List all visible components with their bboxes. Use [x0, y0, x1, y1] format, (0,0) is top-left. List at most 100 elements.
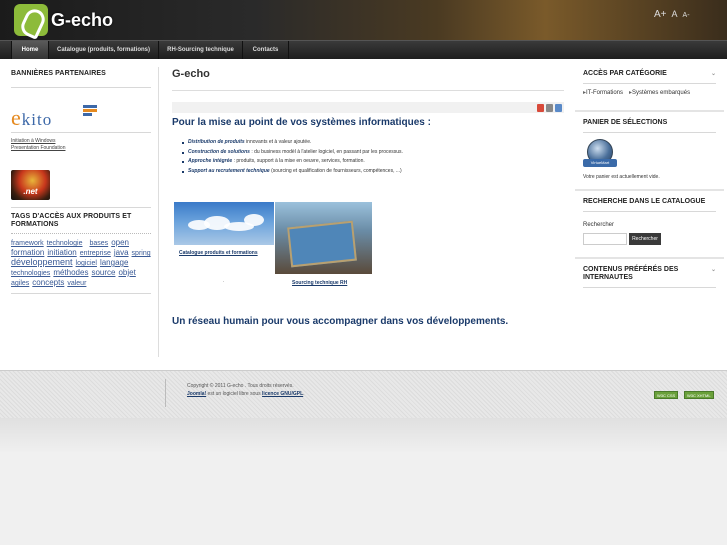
category-links: IT-Formations Systèmes embarqués	[583, 89, 716, 96]
divider	[583, 211, 716, 212]
tag-link[interactable]: langage	[100, 258, 128, 267]
left-sidebar: BANNIÈRES PARTENAIRES ekito Initiation à…	[11, 70, 151, 299]
divider	[11, 293, 151, 294]
category-title: ACCÈS PAR CATÉGORIE ⌄	[583, 70, 716, 78]
divider	[11, 132, 151, 133]
divider	[583, 83, 716, 84]
tag-link[interactable]: formation	[11, 248, 44, 257]
tag-cloud: framework technologie bases open formation i…	[11, 238, 151, 288]
right-sidebar: ACCÈS PAR CATÉGORIE⌄ IT-Formations Systè…	[575, 70, 724, 293]
pdf-icon[interactable]	[537, 104, 544, 112]
cart-status: Votre panier est actuellement vide.	[583, 174, 660, 180]
ekito-logo: ekito	[11, 105, 53, 130]
nav-item-home[interactable]: Home	[11, 41, 49, 60]
tag-link[interactable]: logiciel	[76, 260, 97, 267]
search-form: Rechercher	[583, 233, 716, 245]
divider	[11, 233, 151, 234]
popular-title: CONTENUS PRÉFÉRÉS DES INTERNAUTES ⌄	[583, 266, 716, 281]
nav-item-contacts[interactable]: Contacts	[243, 41, 289, 60]
tag-link[interactable]: spring	[132, 250, 151, 257]
footer-divider	[165, 379, 166, 407]
tag-link[interactable]: java	[114, 248, 129, 257]
tag-link[interactable]: initiation	[47, 248, 76, 257]
css-valid-badge[interactable]: W3C CSS	[654, 391, 679, 399]
font-size-tools: A+ A A-	[654, 9, 690, 20]
font-reset-button[interactable]: A	[672, 9, 678, 19]
tag-link[interactable]: technologies	[11, 270, 50, 277]
partner-link-wpf-1[interactable]: Initiation à Windows	[11, 138, 151, 145]
license-text: Joomla! est un logiciel libre sous licen…	[187, 391, 305, 397]
tag-link[interactable]: technologie	[47, 240, 83, 247]
tag-link[interactable]: concepts	[32, 278, 64, 287]
footer-text: Copyright © 2011 G-echo . Tous droits ré…	[187, 382, 305, 398]
nav-item-catalogue[interactable]: Catalogue (produits, formations)	[49, 41, 159, 60]
copyright-text: Copyright © 2011 G-echo . Tous droits ré…	[187, 383, 294, 389]
section-separator	[575, 257, 724, 259]
nav-item-rh-sourcing[interactable]: RH-Sourcing technique	[159, 41, 243, 60]
tag-link[interactable]: objet	[118, 268, 135, 277]
page-bottom	[0, 418, 727, 545]
page-body: BANNIÈRES PARTENAIRES ekito Initiation à…	[0, 59, 727, 370]
list-item: Support au recrutement technique (sourci…	[182, 167, 564, 177]
feature-thumbnails: Catalogue produits et formations . Sourc…	[172, 202, 382, 298]
site-header: G-echo A+ A A-	[0, 0, 727, 40]
joomla-link[interactable]: Joomla!	[187, 391, 206, 397]
tags-title: TAGS D'ACCÈS AUX PRODUITS ET FORMATIONS	[11, 213, 132, 228]
collapse-arrow-icon[interactable]: ⌄	[711, 70, 716, 78]
main-nav: Home Catalogue (produits, formations) RH…	[0, 40, 727, 60]
spacer-dot: .	[223, 278, 225, 284]
tag-link[interactable]: bases	[90, 240, 109, 247]
search-input[interactable]	[583, 233, 627, 245]
ekito-banner[interactable]: ekito	[11, 105, 151, 130]
column-divider	[158, 67, 159, 357]
list-item: Distribution de produits innovants et à …	[182, 138, 564, 148]
collapse-arrow-icon[interactable]: ⌄	[711, 266, 716, 274]
catalogue-link[interactable]: Catalogue produits et formations	[179, 250, 258, 256]
logo-text: G-echo	[51, 9, 114, 30]
tag-link[interactable]: framework	[11, 240, 44, 247]
network-heading: Un réseau humain pour vous accompagner d…	[172, 316, 509, 327]
partner-link-wpf-2[interactable]: Presentation Foundation	[11, 145, 151, 152]
divider	[583, 287, 716, 288]
divider	[11, 207, 151, 208]
article-toolbar	[172, 102, 564, 113]
tag-link[interactable]: open	[111, 238, 129, 247]
catalogue-thumbnail[interactable]	[174, 202, 274, 245]
tag-link[interactable]: valeur	[67, 280, 86, 287]
gecko-logo-icon	[14, 4, 48, 36]
partners-title: BANNIÈRES PARTENAIRES	[11, 70, 106, 77]
category-link-systemes-embarques[interactable]: Systèmes embarqués	[629, 89, 690, 96]
search-button[interactable]: Rechercher	[629, 233, 661, 245]
search-label: Rechercher	[583, 222, 615, 228]
tag-link[interactable]: source	[91, 268, 115, 277]
divider	[11, 87, 151, 88]
cart-title: PANIER DE SÉLECTIONS	[583, 119, 668, 126]
tag-link[interactable]: entreprise	[80, 250, 111, 257]
xhtml-valid-badge[interactable]: W3C XHTML	[684, 391, 714, 399]
list-item: Construction de solutions : du business …	[182, 148, 564, 158]
page-title: G-echo	[172, 68, 210, 80]
print-icon[interactable]	[546, 104, 553, 112]
font-decrease-button[interactable]: A-	[683, 12, 690, 19]
virtuemart-cart-icon[interactable]: VirtueMart	[583, 139, 617, 171]
dotnet-banner[interactable]: .net	[11, 170, 50, 200]
category-link-it-formations[interactable]: IT-Formations	[583, 89, 623, 96]
email-icon[interactable]	[555, 104, 562, 112]
ekito-bars-icon	[83, 105, 97, 119]
tag-link[interactable]: agiles	[11, 280, 29, 287]
site-logo[interactable]: G-echo	[14, 3, 113, 37]
license-link[interactable]: licence GNU/GPL	[262, 391, 303, 397]
section-separator	[575, 189, 724, 191]
divider	[172, 90, 564, 91]
bottom-band	[0, 418, 727, 454]
services-list: Distribution de produits innovants et à …	[182, 138, 564, 176]
sourcing-thumbnail[interactable]	[275, 202, 372, 274]
section-separator	[575, 110, 724, 112]
divider	[583, 132, 716, 133]
site-footer: Copyright © 2011 G-echo . Tous droits ré…	[0, 370, 727, 418]
sourcing-link[interactable]: Sourcing technique RH	[292, 280, 347, 286]
font-increase-button[interactable]: A+	[654, 9, 667, 20]
tag-link[interactable]: développement	[11, 257, 73, 267]
tag-link[interactable]: méthodes	[53, 268, 88, 277]
main-content: G-echo Pour la mise au point de vos syst…	[172, 68, 564, 327]
